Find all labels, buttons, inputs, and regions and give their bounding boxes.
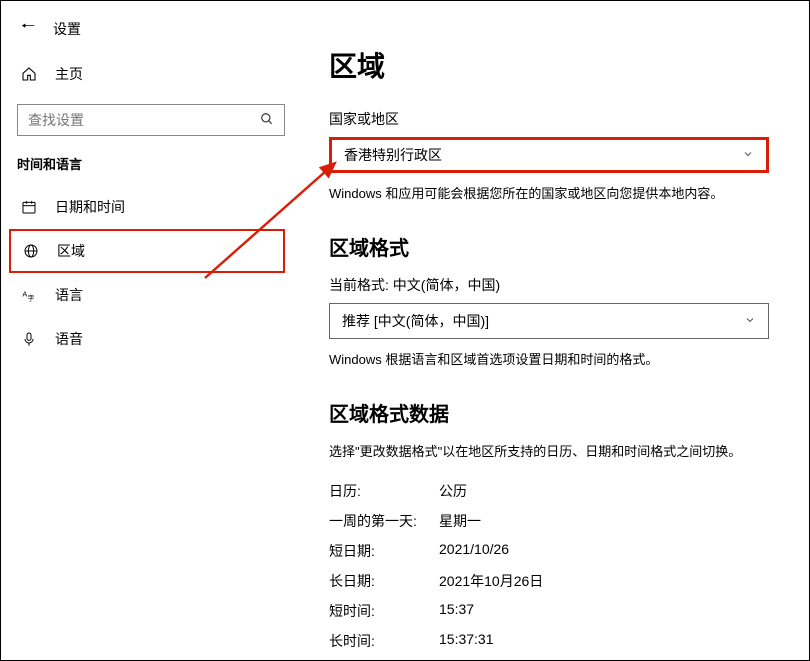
page-title: 区域 xyxy=(329,45,781,85)
data-row: 长日期: 2021年10月26日 xyxy=(329,566,781,596)
microphone-icon xyxy=(21,331,37,347)
search-icon xyxy=(260,112,274,129)
home-nav[interactable]: 主页 xyxy=(1,56,301,92)
settings-label: 设置 xyxy=(53,19,81,39)
calendar-icon xyxy=(21,199,37,215)
data-val: 星期一 xyxy=(439,511,481,531)
country-label: 国家或地区 xyxy=(329,109,781,129)
data-title: 区域格式数据 xyxy=(329,398,781,427)
data-row: 短日期: 2021/10/26 xyxy=(329,536,781,566)
country-value: 香港特别行政区 xyxy=(344,145,442,165)
search-box[interactable] xyxy=(17,104,285,136)
chevron-down-icon xyxy=(744,314,756,329)
data-key: 短日期: xyxy=(329,541,439,561)
sidebar-item-region[interactable]: 区域 xyxy=(9,229,285,273)
sidebar-item-label: 语音 xyxy=(55,329,83,349)
sidebar-item-speech[interactable]: 语音 xyxy=(1,317,301,361)
data-val: 2021年10月26日 xyxy=(439,571,543,591)
data-row: 日历: 公历 xyxy=(329,476,781,506)
sidebar-item-label: 区域 xyxy=(57,241,85,261)
data-key: 长日期: xyxy=(329,571,439,591)
data-key: 短时间: xyxy=(329,601,439,621)
data-row: 长时间: 15:37:31 xyxy=(329,626,781,656)
data-val: 公历 xyxy=(439,481,467,501)
data-val: 15:37:31 xyxy=(439,631,494,651)
chevron-down-icon xyxy=(742,148,754,163)
language-icon: A字 xyxy=(21,287,37,303)
format-title: 区域格式 xyxy=(329,232,781,261)
back-button[interactable]: 🠐 xyxy=(21,15,35,42)
sidebar-section-header: 时间和语言 xyxy=(1,154,301,185)
format-value: 推荐 [中文(简体，中国)] xyxy=(342,311,489,331)
data-val: 2021/10/26 xyxy=(439,541,509,561)
data-key: 长时间: xyxy=(329,631,439,651)
format-hint: Windows 根据语言和区域首选项设置日期和时间的格式。 xyxy=(329,349,781,368)
search-input[interactable] xyxy=(28,112,260,128)
home-icon xyxy=(21,66,37,82)
svg-text:字: 字 xyxy=(28,293,35,302)
format-dropdown[interactable]: 推荐 [中文(简体，中国)] xyxy=(329,303,769,339)
country-hint: Windows 和应用可能会根据您所在的国家或地区向您提供本地内容。 xyxy=(329,183,781,202)
data-key: 日历: xyxy=(329,481,439,501)
current-format-label: 当前格式: 中文(简体，中国) xyxy=(329,275,781,295)
sidebar-item-language[interactable]: A字 语言 xyxy=(1,273,301,317)
sidebar-item-datetime[interactable]: 日期和时间 xyxy=(1,185,301,229)
sidebar-item-label: 日期和时间 xyxy=(55,197,125,217)
svg-text:A: A xyxy=(22,289,27,298)
home-label: 主页 xyxy=(55,64,83,84)
sidebar-item-label: 语言 xyxy=(55,285,83,305)
data-val: 15:37 xyxy=(439,601,474,621)
country-dropdown[interactable]: 香港特别行政区 xyxy=(329,137,769,173)
data-key: 一周的第一天: xyxy=(329,511,439,531)
globe-icon xyxy=(23,243,39,259)
data-hint: 选择"更改数据格式"以在地区所支持的日历、日期和时间格式之间切换。 xyxy=(329,441,781,460)
data-row: 一周的第一天: 星期一 xyxy=(329,506,781,536)
data-row: 短时间: 15:37 xyxy=(329,596,781,626)
sidebar: 🠐 设置 主页 时间和语言 日期和时间 区域 xyxy=(1,1,301,660)
main-content: 区域 国家或地区 香港特别行政区 Windows 和应用可能会根据您所在的国家或… xyxy=(301,1,809,660)
